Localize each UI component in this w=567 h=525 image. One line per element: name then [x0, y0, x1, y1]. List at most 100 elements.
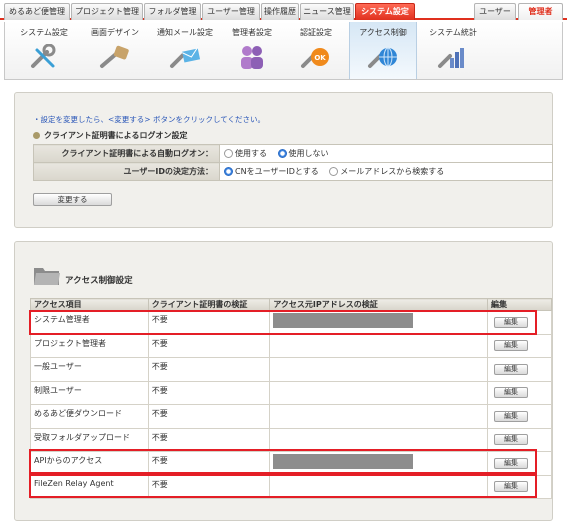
tab-project-management[interactable]: プロジェクト管理	[71, 3, 143, 20]
edit-button[interactable]: 編集	[494, 457, 529, 469]
ip-address-cell	[269, 451, 489, 476]
radio-label: CNをユーザーIDとする	[235, 167, 319, 176]
radio-option-cn[interactable]: CNをユーザーIDとする	[224, 167, 319, 176]
cert-requirement: 不要	[147, 427, 271, 452]
access-item: めるあど便ダウンロード	[30, 404, 149, 429]
section-title-access-control: アクセス制御設定	[65, 276, 133, 286]
cert-requirement: 不要	[147, 333, 271, 358]
userid-method-radio-group: CNをユーザーIDとする メールアドレスから検索する	[219, 162, 553, 181]
instruction-hint: ・設定を変更したら、<変更する> ボタンをクリックしてください。	[33, 115, 266, 124]
edit-button[interactable]: 編集	[494, 481, 529, 493]
edit-button[interactable]: 編集	[494, 340, 529, 352]
edit-cell: 編集	[487, 333, 552, 358]
access-control-panel: アクセス制御設定 アクセス項目 クライアント証明書の検証 アクセス元IPアドレス…	[14, 241, 553, 521]
subnav-label: アクセス制御	[359, 28, 407, 37]
edit-cell: 編集	[487, 310, 552, 335]
masked-ip-address	[273, 313, 414, 328]
edit-cell: 編集	[487, 427, 552, 452]
tab-mail-delivery[interactable]: めるあど便管理	[4, 3, 70, 20]
subnav-access-control[interactable]: アクセス制御	[349, 22, 417, 79]
access-item: プロジェクト管理者	[30, 333, 149, 358]
stats-chart-icon	[438, 48, 464, 68]
field-label: ユーザーIDの決定方法：	[33, 162, 220, 181]
tab-folder-management[interactable]: フォルダ管理	[144, 3, 201, 20]
auto-logon-radio-group: 使用する 使用しない	[219, 144, 553, 163]
cert-requirement: 不要	[147, 404, 271, 429]
ip-address-cell	[269, 427, 489, 452]
subnav-system-statistics[interactable]: システム統計	[419, 22, 487, 79]
table-header-row: アクセス項目 クライアント証明書の検証 アクセス元IPアドレスの検証 編集	[30, 298, 552, 311]
form-row-auto-logon: クライアント証明書による自動ログオン： 使用する 使用しない	[33, 144, 553, 163]
edit-cell: 編集	[487, 474, 552, 499]
masked-ip-address	[273, 454, 414, 469]
access-item: 制限ユーザー	[30, 380, 149, 405]
subnav-label: 管理者設定	[232, 28, 272, 37]
ip-address-cell	[269, 474, 489, 499]
access-globe-icon	[368, 47, 397, 68]
table-row: APIからのアクセス 不要 編集	[30, 451, 552, 476]
subnav-auth-settings[interactable]: 認証設定 OK	[285, 22, 347, 79]
section-title-text: クライアント証明書によるログオン設定	[44, 131, 188, 140]
table-row: めるあど便ダウンロード 不要 編集	[30, 404, 552, 429]
table-row: 一般ユーザー 不要 編集	[30, 357, 552, 382]
edit-button[interactable]: 編集	[494, 363, 529, 375]
ip-address-cell	[269, 357, 489, 382]
access-item: FileZen Relay Agent	[30, 474, 149, 499]
logon-settings-panel: ・設定を変更したら、<変更する> ボタンをクリックしてください。 クライアント証…	[14, 92, 553, 228]
cert-requirement: 不要	[147, 474, 271, 499]
radio-button[interactable]	[224, 149, 233, 158]
logon-settings-form: クライアント証明書による自動ログオン： 使用する 使用しない ユーザーIDの決定…	[33, 144, 553, 181]
change-button[interactable]: 変更する	[33, 193, 112, 206]
edit-button[interactable]: 編集	[494, 434, 529, 446]
top-tab-bar: めるあど便管理 プロジェクト管理 フォルダ管理 ユーザー管理 操作履歴 ニュース…	[0, 0, 567, 20]
ip-address-cell	[269, 310, 489, 335]
mail-icon	[170, 47, 201, 68]
radio-option-email[interactable]: メールアドレスから検索する	[329, 167, 444, 176]
radio-button[interactable]	[329, 167, 339, 176]
edit-button[interactable]: 編集	[494, 316, 529, 328]
svg-text:OK: OK	[314, 54, 326, 62]
subnav-notification-mail[interactable]: 通知メール設定	[151, 22, 219, 79]
radio-option-not-use[interactable]: 使用しない	[277, 149, 329, 158]
access-item: システム管理者	[30, 310, 149, 335]
radio-button-checked[interactable]	[224, 167, 233, 176]
system-settings-subnav: システム設定 画面デザイン 通知メール設定 管理者設定 認証設定 OK アクセス…	[4, 22, 563, 80]
tab-news-management[interactable]: ニュース管理	[300, 3, 354, 20]
radio-option-use[interactable]: 使用する	[224, 149, 267, 158]
access-item: 一般ユーザー	[30, 357, 149, 382]
tab-operation-history[interactable]: 操作履歴	[261, 3, 299, 20]
table-row: 受取フォルダアップロード 不要 編集	[30, 427, 552, 452]
radio-label: メールアドレスから検索する	[340, 167, 445, 176]
tab-admin-mode[interactable]: 管理者	[518, 3, 563, 20]
design-tag-icon	[100, 45, 129, 68]
wrench-screwdriver-icon	[31, 44, 56, 68]
col-header-item: アクセス項目	[30, 298, 149, 311]
subnav-label: システム統計	[429, 28, 477, 37]
subnav-admin-settings[interactable]: 管理者設定	[221, 22, 283, 79]
edit-cell: 編集	[487, 357, 552, 382]
col-header-cert: クライアント証明書の検証	[147, 298, 271, 311]
cert-requirement: 不要	[147, 451, 271, 476]
radio-button-checked[interactable]	[277, 149, 287, 158]
radio-label: 使用しない	[288, 149, 329, 158]
subnav-label: 認証設定	[300, 28, 332, 37]
edit-button[interactable]: 編集	[494, 410, 529, 422]
table-row: 制限ユーザー 不要 編集	[30, 380, 552, 405]
tab-system-settings[interactable]: システム設定	[355, 3, 415, 20]
subnav-screen-design[interactable]: 画面デザイン	[81, 22, 149, 79]
subnav-system-settings[interactable]: システム設定	[11, 22, 77, 79]
access-item: APIからのアクセス	[30, 451, 149, 476]
edit-cell: 編集	[487, 380, 552, 405]
ip-address-cell	[269, 333, 489, 358]
folder-icon	[34, 268, 60, 285]
bullet-icon	[33, 132, 40, 139]
section-title-logon: クライアント証明書によるログオン設定	[33, 130, 187, 141]
ip-address-cell	[269, 404, 489, 429]
col-header-edit: 編集	[487, 298, 552, 311]
tab-user-mode[interactable]: ユーザー	[474, 3, 516, 20]
cert-requirement: 不要	[147, 380, 271, 405]
tab-user-management[interactable]: ユーザー管理	[202, 3, 260, 20]
edit-button[interactable]: 編集	[494, 387, 529, 399]
edit-cell: 編集	[487, 451, 552, 476]
auth-ok-icon: OK	[301, 48, 329, 68]
